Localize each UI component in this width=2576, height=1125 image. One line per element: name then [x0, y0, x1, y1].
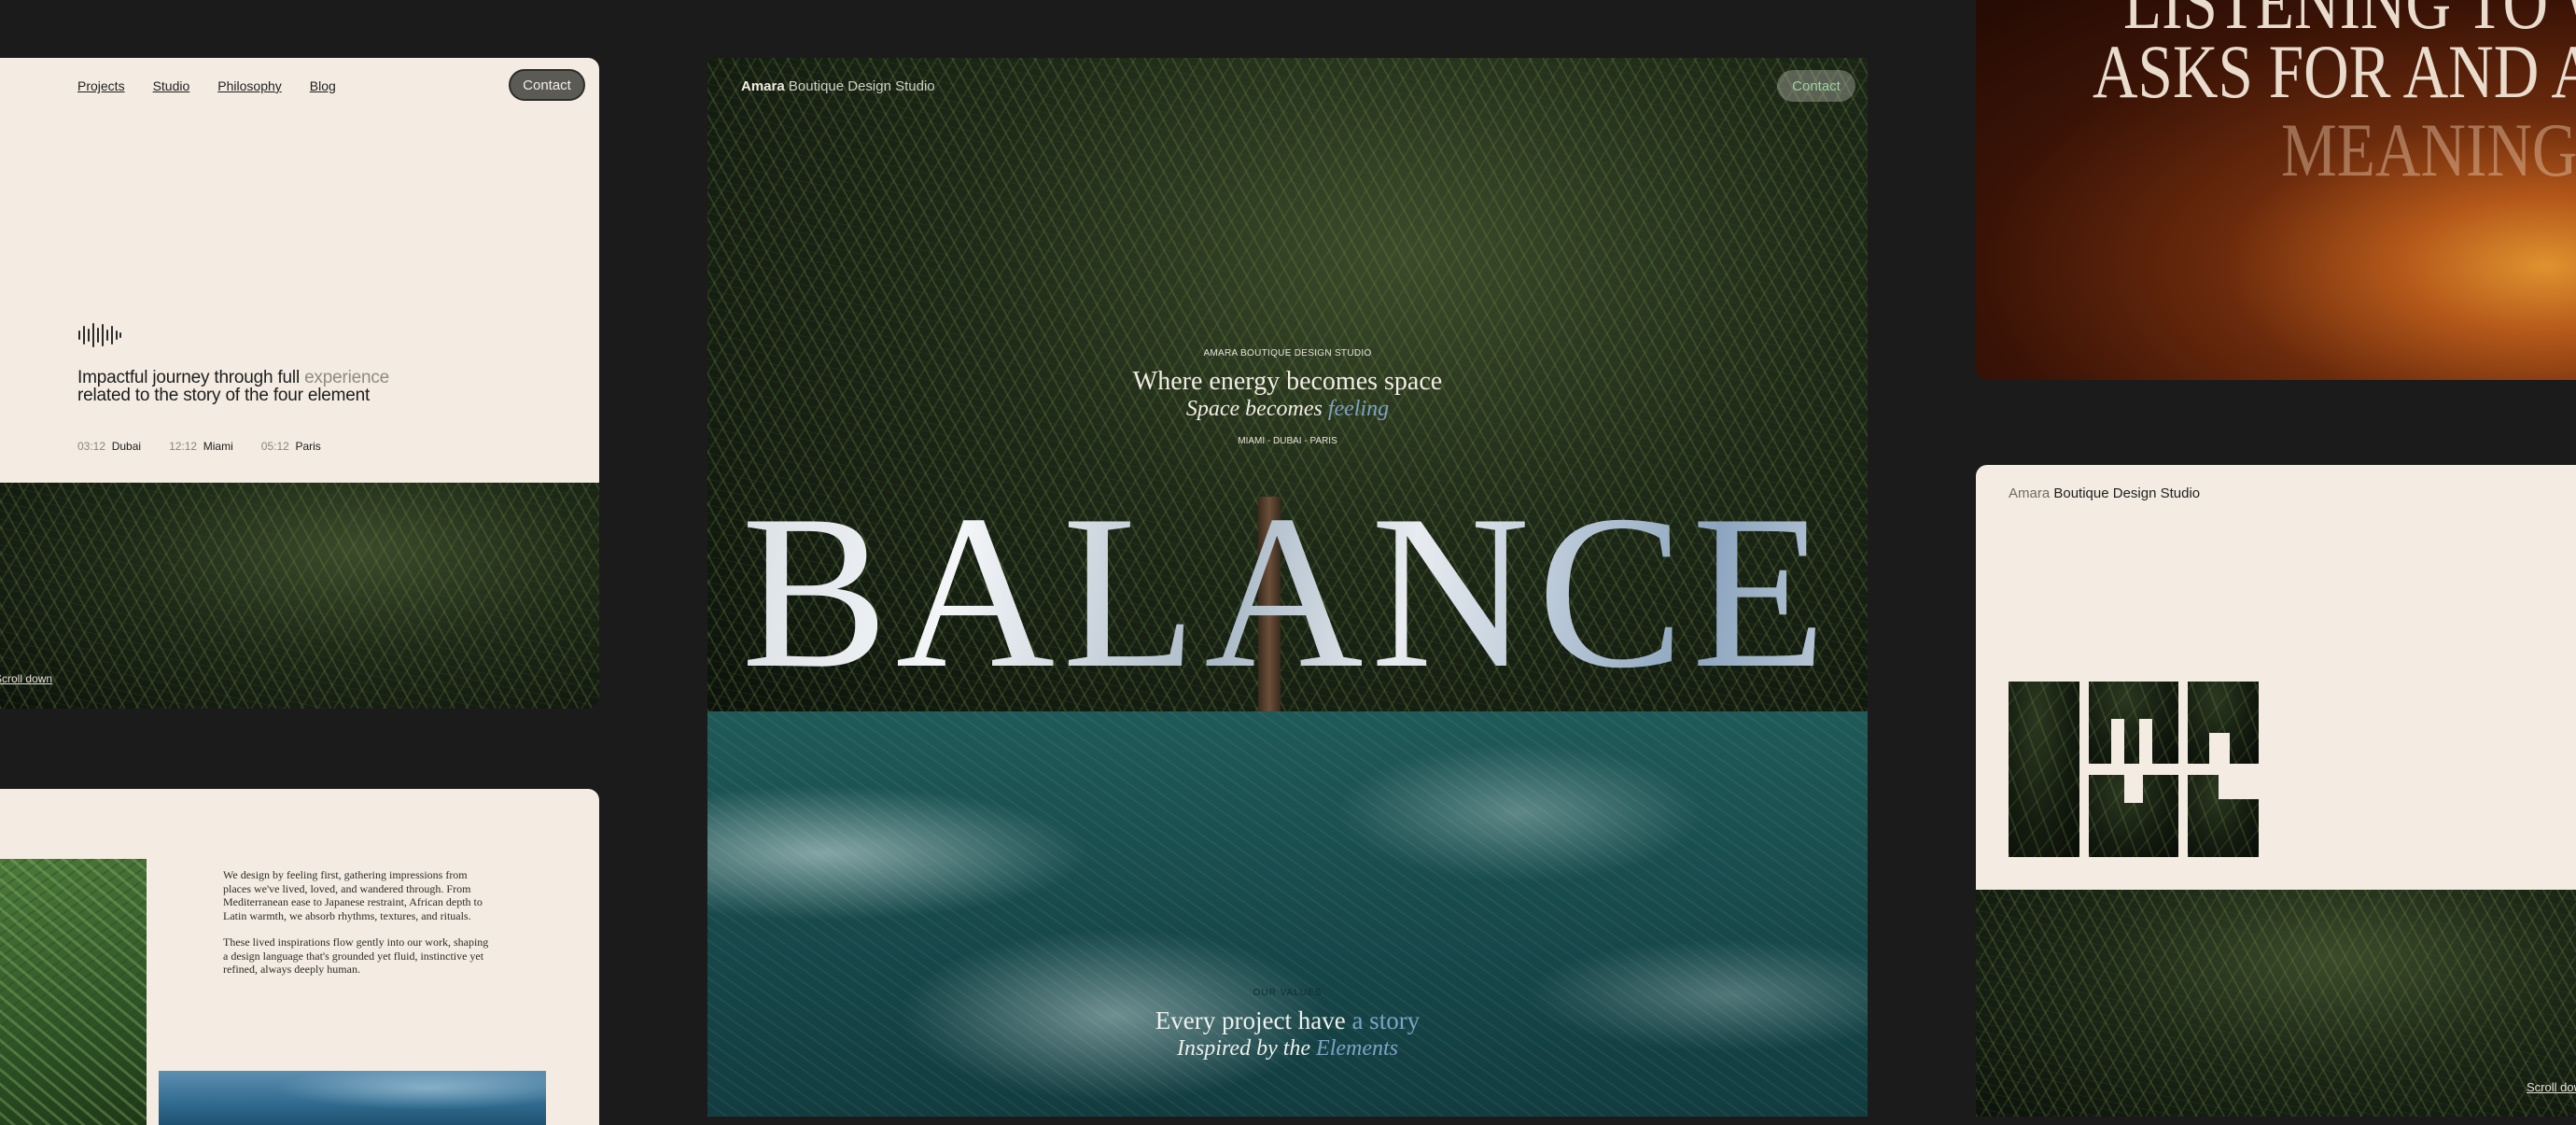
- nav-blog[interactable]: Blog: [310, 78, 336, 93]
- philosophy-paragraph-2: These lived inspirations flow gently int…: [223, 935, 489, 976]
- card-studio-right: Amara Boutique Design Studio Scroll dow: [1976, 465, 2576, 1117]
- contact-button[interactable]: Contact: [1777, 70, 1855, 102]
- scroll-down-link[interactable]: Scroll down: [0, 672, 52, 685]
- hero-eyebrow: AMARA BOUTIQUE DESIGN STUDIO: [1203, 348, 1372, 359]
- mosaic-notch: [2124, 775, 2143, 803]
- showcase-canvas: { "card_top_left": { "nav": ["Projects",…: [0, 0, 2576, 1125]
- ocean-heading-2: Inspired by the Elements: [1176, 1036, 1399, 1061]
- card-landing-left: Projects Studio Philosophy Blog Contact …: [0, 58, 599, 709]
- contact-label: Contact: [523, 77, 571, 93]
- mosaic-notch: [2139, 719, 2152, 764]
- palm-image: [0, 483, 599, 709]
- cream-panel: Amara Boutique Design Studio: [1976, 465, 2576, 890]
- scroll-down-link[interactable]: Scroll dow: [2527, 1080, 2576, 1094]
- philosophy-paragraph-1: We design by feeling first, gathering im…: [223, 868, 483, 922]
- hero-tagline-1: Where energy becomes space: [1132, 367, 1443, 396]
- top-nav: Projects Studio Philosophy Blog: [77, 78, 336, 93]
- mosaic-notch: [2209, 733, 2230, 764]
- hills-image: [0, 859, 147, 1125]
- seascape-image: [159, 1071, 546, 1125]
- card-philosophy: We design by feeling first, gathering im…: [0, 789, 599, 1125]
- headline-line2: related to the story of the four element: [77, 386, 371, 405]
- contact-button[interactable]: Contact: [509, 69, 585, 101]
- timezone-item: 05:12 Paris: [260, 440, 321, 453]
- philosophy-text: We design by feeling first, gathering im…: [223, 868, 494, 977]
- timezone-list: 03:12 Dubai 12:12 Miami 05:12 Paris: [77, 440, 321, 453]
- mosaic-tile: [2089, 682, 2178, 764]
- contact-label: Contact: [1792, 77, 1841, 94]
- soundwave-icon: [78, 323, 121, 347]
- intro-headline: Impactful journey through full experienc…: [77, 369, 389, 404]
- card-hero-balance: Amara Boutique Design Studio Contact AMA…: [707, 58, 1868, 1117]
- statement-line-3: MEANING A: [2281, 107, 2576, 192]
- brand-logo[interactable]: Amara Boutique Design Studio: [2009, 485, 2200, 501]
- letterform-mosaic: [2009, 682, 2259, 857]
- cream-panel: Projects Studio Philosophy Blog Contact …: [0, 58, 599, 483]
- hero-tagline-2: Space becomes feeling: [1185, 397, 1390, 421]
- nav-projects[interactable]: Projects: [77, 78, 125, 93]
- card-listening: LISTENING TO W ASKS FOR AND AN MEANING A: [1976, 0, 2576, 380]
- statement-line-2: ASKS FOR AND AN: [2093, 29, 2576, 114]
- mosaic-notch: [2219, 775, 2259, 799]
- timezone-item: 03:12 Dubai: [77, 440, 142, 453]
- mosaic-tile: [2009, 682, 2079, 857]
- ocean-eyebrow: OUR VALUES: [1253, 988, 1323, 998]
- brand-logo[interactable]: Amara Boutique Design Studio: [741, 78, 935, 94]
- nav-studio[interactable]: Studio: [153, 78, 190, 93]
- ocean-heading-1: Every project have a story: [1155, 1006, 1421, 1034]
- timezone-item: 12:12 Miami: [169, 440, 233, 453]
- palm-image: [1976, 890, 2576, 1117]
- nav-philosophy[interactable]: Philosophy: [217, 78, 282, 93]
- hero-cities: MIAMI - DUBAI - PARIS: [1238, 436, 1337, 446]
- mosaic-notch: [2111, 719, 2124, 764]
- hero-word-balance: BALANCE: [707, 483, 1868, 703]
- headline-muted: experience: [304, 368, 390, 387]
- headline-main: Impactful journey through full: [77, 368, 300, 387]
